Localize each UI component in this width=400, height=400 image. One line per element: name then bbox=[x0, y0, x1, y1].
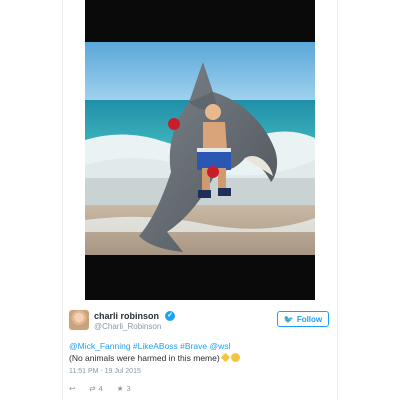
like-count: 3 bbox=[126, 384, 131, 393]
avatar[interactable] bbox=[69, 310, 89, 330]
tweet-body: charli robinson ✓ @Charli_Robinson 🐦 Fol… bbox=[62, 300, 338, 400]
follow-button[interactable]: 🐦 Follow bbox=[277, 311, 329, 327]
tweet-timestamp[interactable]: 11:51 PM - 19 Jul 2015 bbox=[69, 368, 141, 375]
yellow-heart-icon bbox=[220, 352, 230, 363]
reply-button[interactable]: ↩ bbox=[69, 384, 75, 393]
like-button[interactable]: ★ 3 bbox=[117, 384, 131, 393]
author-handle[interactable]: @Charli_Robinson bbox=[94, 322, 161, 331]
retweet-icon: ⇄ bbox=[89, 384, 96, 393]
tweet-photo[interactable] bbox=[85, 0, 315, 300]
smiley-face-icon bbox=[230, 353, 240, 362]
retweet-count: 4 bbox=[98, 384, 103, 393]
meme-image bbox=[85, 0, 315, 300]
tweet-text-line-1[interactable]: @Mick_Fanning #LikeABoss #Brave @wsl bbox=[69, 341, 230, 351]
follow-label: Follow bbox=[296, 314, 323, 324]
author-name[interactable]: charli robinson bbox=[94, 311, 159, 321]
reply-icon: ↩ bbox=[69, 384, 76, 393]
tweet-text-line-2: (No animals were harmed in this meme) bbox=[69, 352, 240, 363]
tweet-actions: ↩ ⇄ 4 ★ 3 bbox=[69, 384, 145, 393]
star-icon: ★ bbox=[116, 384, 124, 393]
verified-badge-icon: ✓ bbox=[165, 311, 175, 321]
tweet-text-line-2-text: (No animals were harmed in this meme) bbox=[69, 353, 220, 363]
twitter-bird-icon: 🐦 bbox=[283, 314, 294, 324]
retweet-button[interactable]: ⇄ 4 bbox=[89, 384, 102, 393]
